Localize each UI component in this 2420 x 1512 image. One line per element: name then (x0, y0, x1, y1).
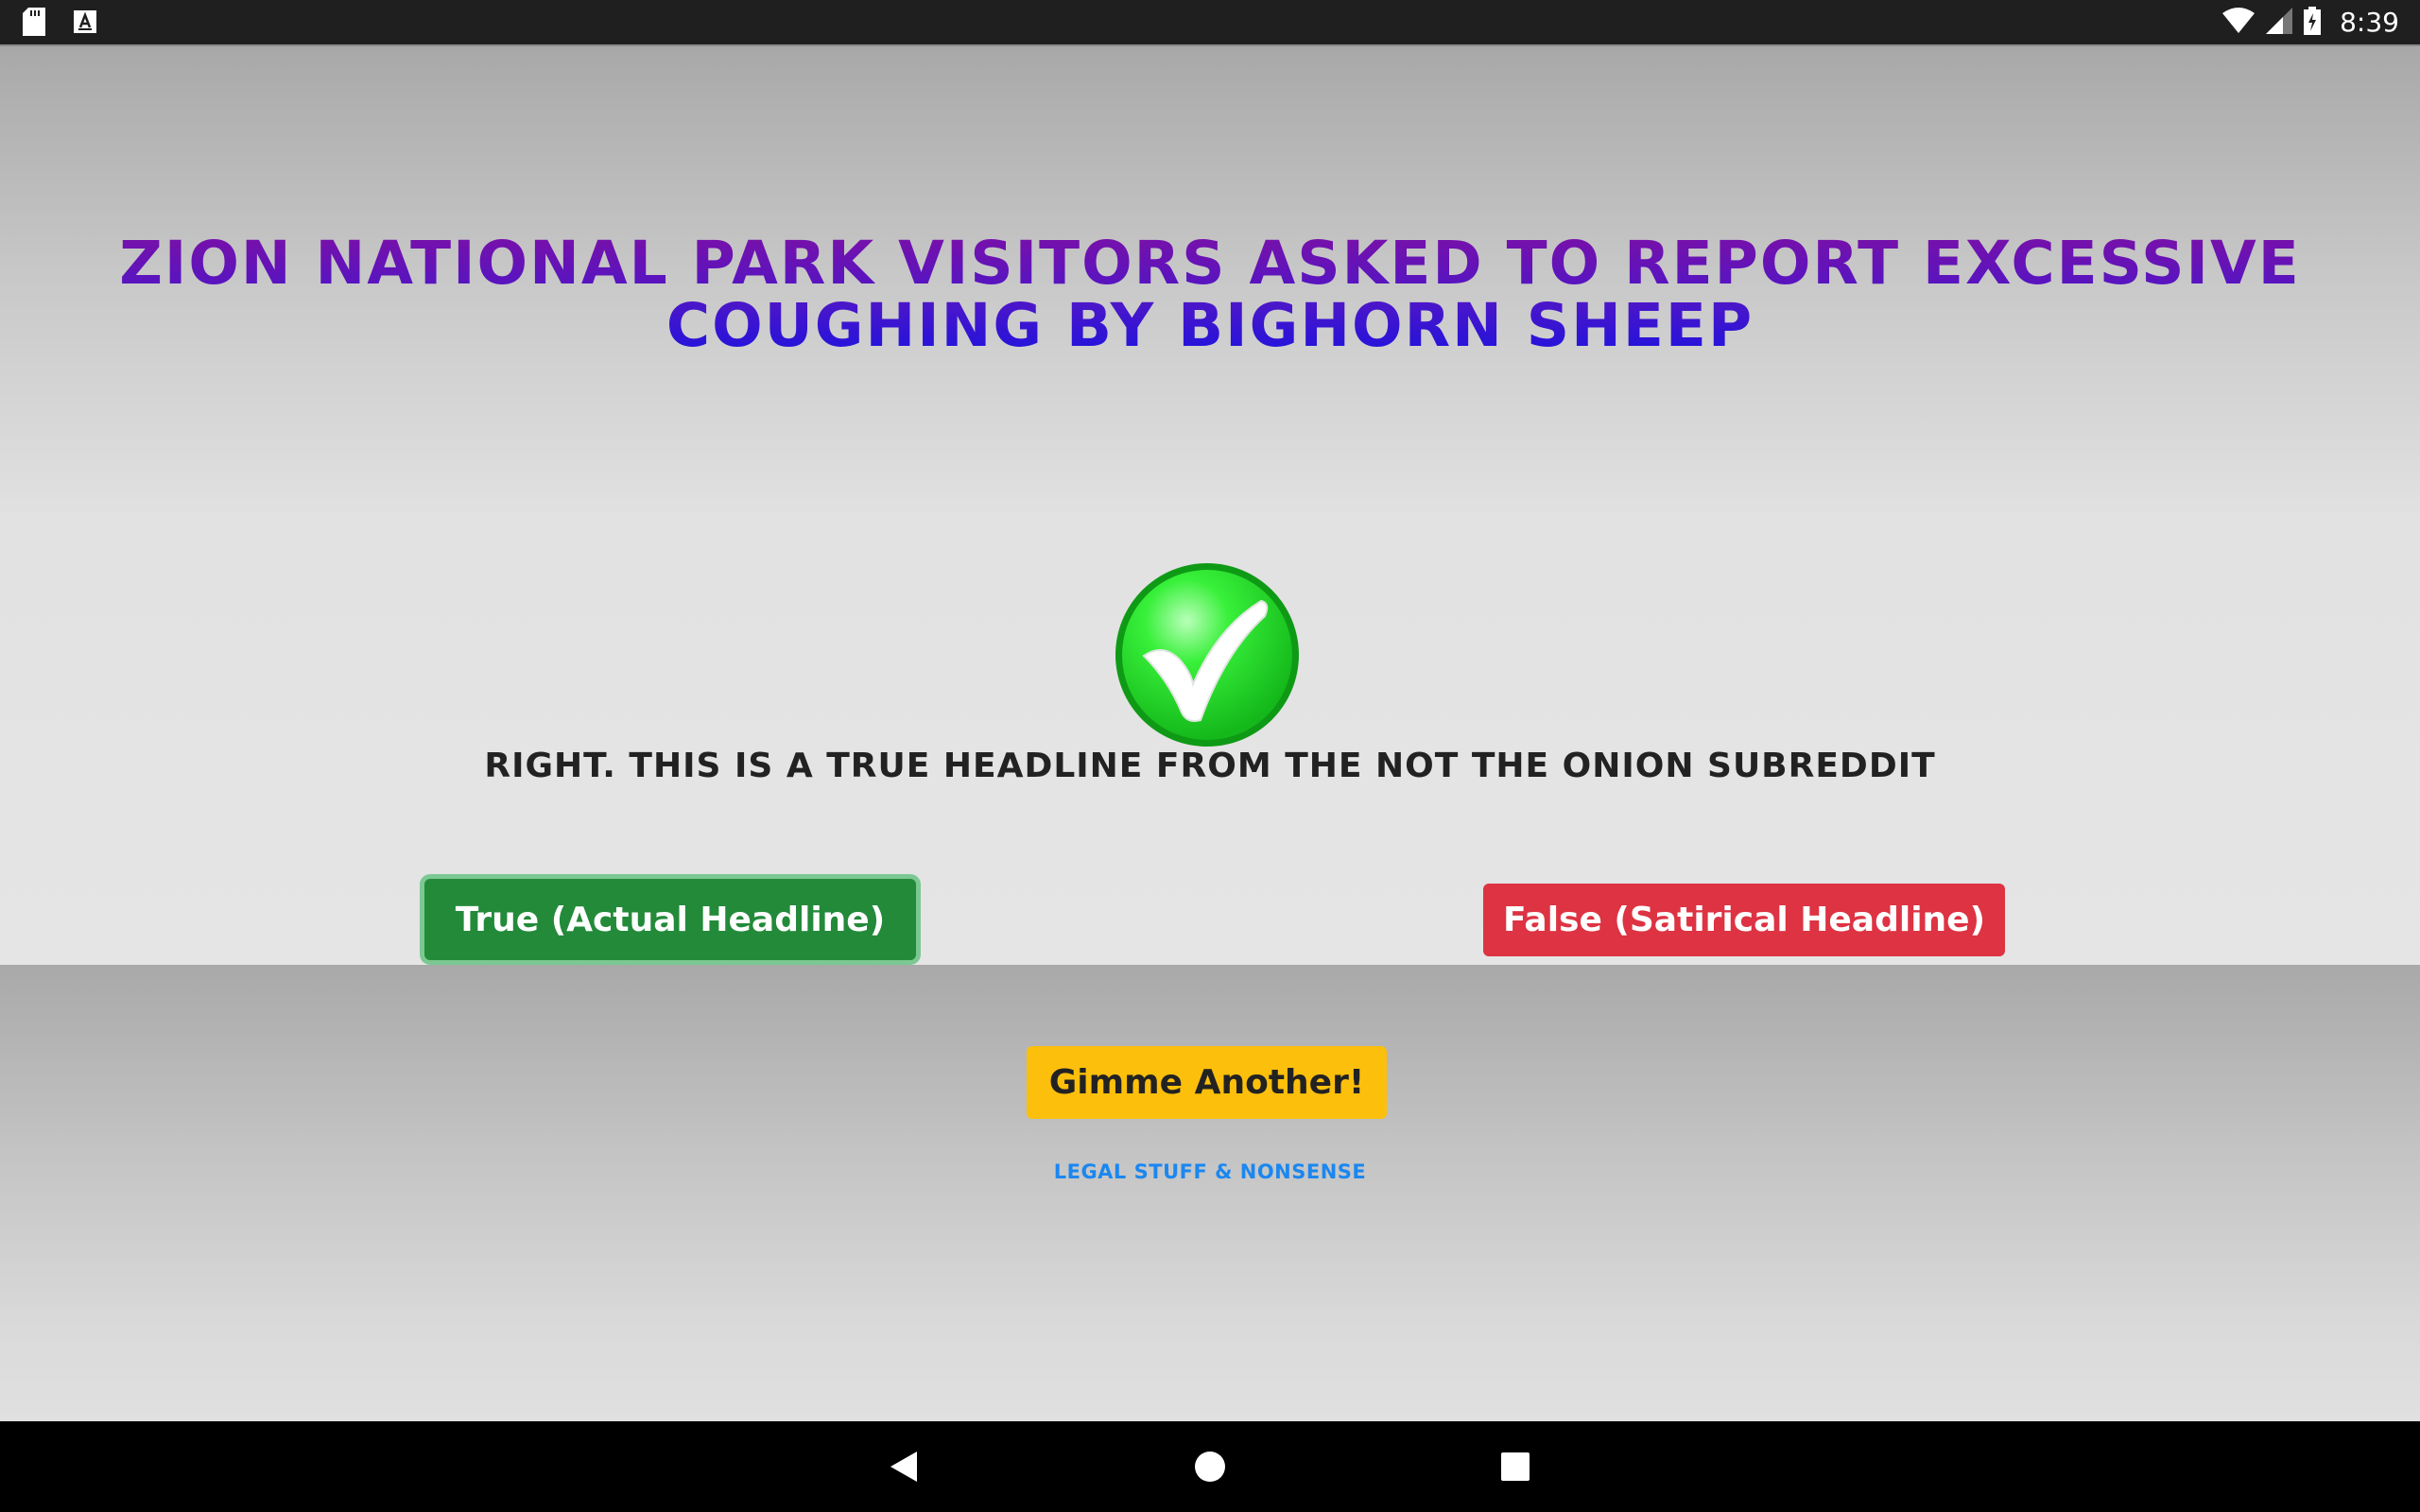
system-status: 8:39 (2222, 0, 2399, 44)
notification-icons (23, 8, 96, 40)
home-icon[interactable] (1182, 1438, 1238, 1495)
signal-icon (2266, 7, 2293, 38)
true-answer-button[interactable]: True (Actual Headline) (424, 879, 916, 960)
navigation-bar (0, 1421, 2420, 1512)
footer-panel (0, 965, 2420, 1421)
result-message: Right. This is a true headline from the … (484, 747, 1936, 785)
battery-charging-icon (2304, 6, 2322, 39)
sd-card-icon (23, 8, 45, 40)
clock: 8:39 (2340, 7, 2399, 38)
back-icon[interactable] (875, 1438, 932, 1495)
status-bar: 8:39 (0, 0, 2420, 46)
text-a-icon (74, 10, 96, 37)
recents-icon[interactable] (1487, 1438, 1544, 1495)
question-panel (0, 46, 2420, 965)
legal-link[interactable]: Legal stuff & nonsense (0, 1160, 2420, 1183)
wifi-icon (2222, 7, 2256, 38)
false-answer-button[interactable]: False (Satirical Headline) (1483, 884, 2005, 956)
gimme-another-button[interactable]: Gimme Another! (1027, 1046, 1387, 1119)
headline: Zion National Park visitors asked to rep… (95, 232, 2325, 357)
check-circle-icon (1114, 561, 1301, 748)
